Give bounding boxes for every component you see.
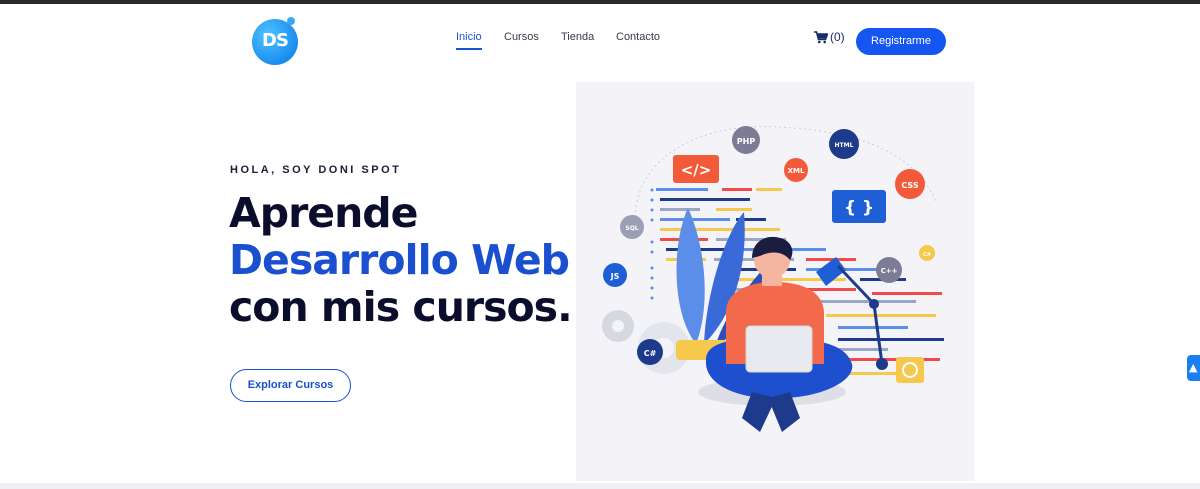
hero-title-line-3: con mis cursos. [229, 283, 573, 331]
php-badge-label: PHP [737, 137, 756, 146]
accessibility-tab[interactable]: ▲ [1187, 355, 1200, 381]
css-badge-label: CSS [901, 181, 918, 190]
site-header: DS Inicio Cursos Tienda Contacto (0) Reg… [0, 4, 1200, 72]
js-badge-label: JS [610, 272, 620, 281]
nav-item-label: Cursos [504, 31, 539, 43]
cpp-badge-label: C++ [881, 267, 898, 275]
nav-item-label: Tienda [561, 31, 595, 43]
csharp-badge-label: C# [644, 349, 657, 358]
developer-illustration: </> { } PHP HTML XML CSS SQL JS C++ C# C… [602, 126, 944, 432]
gear-box [896, 357, 924, 383]
explore-courses-button[interactable]: Explorar Cursos [230, 369, 351, 402]
hero-title-line-1: Aprende [229, 189, 418, 237]
sql-badge-label: SQL [625, 225, 638, 232]
braces-label: { } [844, 198, 874, 218]
nav-item-label: Inicio [456, 31, 482, 43]
shopping-cart-icon [814, 30, 828, 43]
cart-link[interactable]: (0) [814, 30, 845, 44]
nav-active-underline [456, 48, 482, 50]
nav-item-tienda[interactable]: Tienda [561, 31, 594, 43]
logo-dot [287, 17, 295, 25]
html-badge-label: HTML [835, 142, 854, 149]
hero-eyebrow: HOLA, SOY DONI SPOT [230, 164, 402, 176]
nav-item-label: Contacto [616, 31, 661, 43]
accessibility-icon: ▲ [1189, 361, 1198, 374]
nav-item-inicio[interactable]: Inicio [456, 31, 482, 50]
xml-badge-label: XML [788, 167, 805, 175]
cart-count: (0) [830, 30, 845, 44]
nav-item-cursos[interactable]: Cursos [504, 31, 539, 43]
hero-title-line-2: Desarrollo Web [229, 236, 570, 284]
code-tag-label: </> [681, 161, 712, 179]
cs-small-badge-label: C# [923, 252, 931, 258]
register-button[interactable]: Registrarme [856, 28, 946, 55]
logo-text: DS [262, 30, 289, 51]
nav-item-contacto[interactable]: Contacto [616, 31, 660, 43]
dotted-column [650, 188, 654, 300]
section-divider [0, 483, 1200, 489]
